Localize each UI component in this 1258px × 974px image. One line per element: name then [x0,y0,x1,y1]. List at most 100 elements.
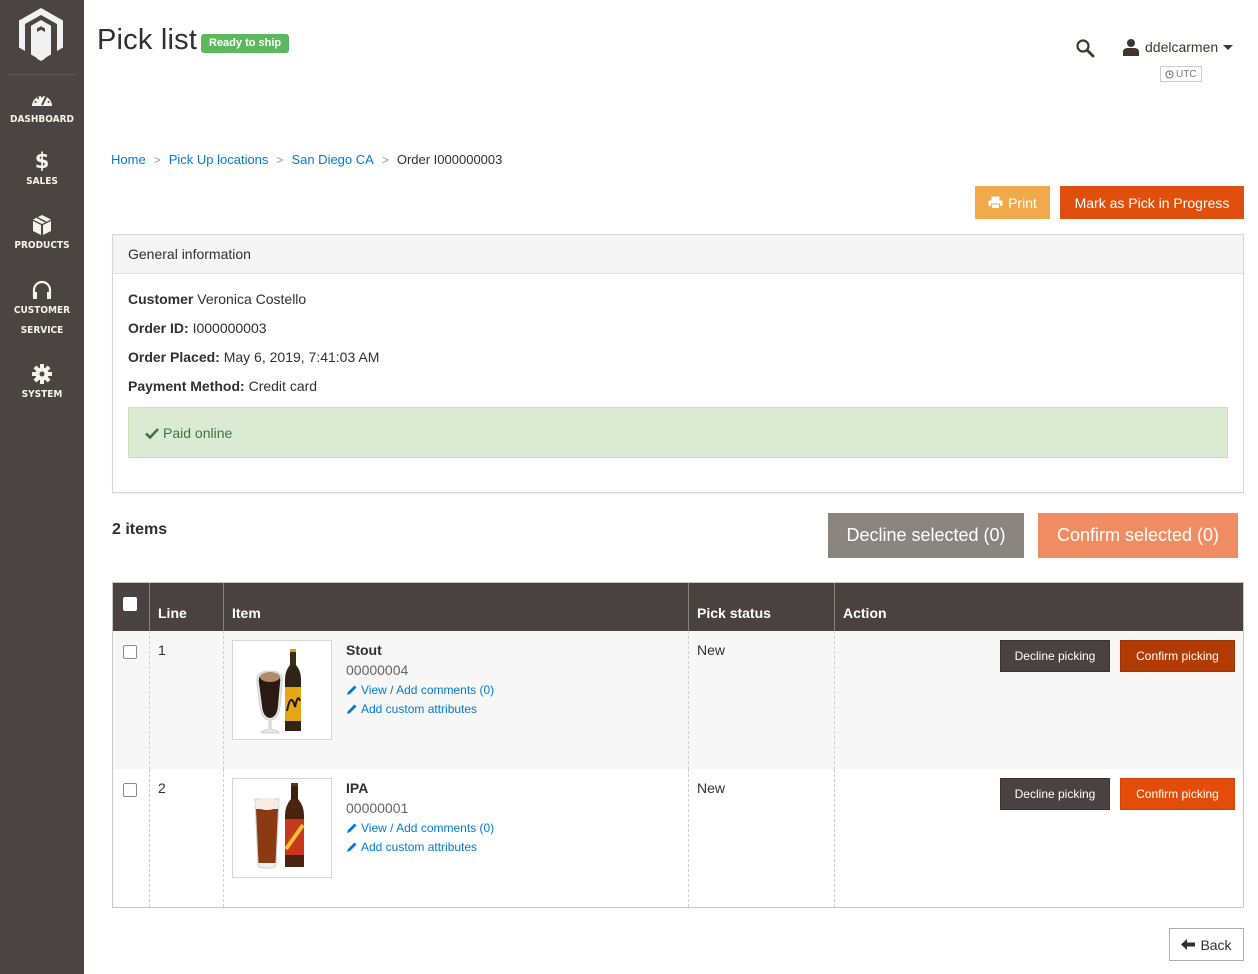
sidebar-item-label: DASHBOARD [9,114,75,125]
cell-select [113,631,150,769]
item-sku: 00000001 [346,800,409,816]
product-thumbnail[interactable] [232,778,332,878]
table-row: 2 IPA 00000001 View / Add comments (0) A… [113,769,1243,907]
sidebar-item-customer-service[interactable]: CUSTOMER SERVICE [0,279,84,341]
print-label: Print [1008,194,1037,211]
cell-pick-status: New [689,769,835,907]
order-placed-value: May 6, 2019, 7:41:03 AM [223,349,380,365]
column-item: Item [224,583,689,631]
magento-logo-icon [19,8,63,61]
select-all-checkbox[interactable] [123,597,137,611]
panel-title: General information [113,235,1243,274]
row-checkbox[interactable] [123,783,137,797]
order-placed-info: Order Placed: May 6, 2019, 7:41:03 AM [128,349,379,365]
order-id-label: Order ID: [128,320,189,336]
add-custom-attributes-link[interactable]: Add custom attributes [346,702,477,716]
pick-items-table: Line Item Pick status Action 1 Stout 000… [112,582,1244,908]
back-label: Back [1200,936,1232,953]
items-count: 2 items [112,521,168,538]
breadcrumb: Home > Pick Up locations > San Diego CA … [111,152,502,167]
search-icon[interactable] [1075,38,1095,58]
sidebar-item-label: CUSTOMER [13,305,71,316]
row-checkbox[interactable] [123,645,137,659]
confirm-selected-button[interactable]: Confirm selected (0) [1038,513,1238,558]
table-row: 1 Stout 00000004 View / Add comments (0)… [113,631,1243,769]
ipa-beer-image [254,783,305,869]
sidebar-item-sales[interactable]: $ SALES [0,150,84,192]
user-name: ddelcarmen [1145,39,1219,55]
general-information-panel: General information Customer Veronica Co… [112,234,1244,493]
pencil-icon [347,842,357,852]
breadcrumb-separator: > [153,152,161,167]
cell-pick-status: New [689,631,835,769]
column-select [113,583,150,631]
column-line: Line [150,583,224,631]
confirm-picking-button[interactable]: Confirm picking [1120,778,1235,810]
attributes-link-text: Add custom attributes [361,840,478,854]
magento-logo[interactable] [16,6,66,62]
breadcrumb-separator: > [381,152,389,167]
box-icon [33,215,51,235]
stout-beer-image [256,649,301,734]
timezone-badge: UTC [1160,66,1202,82]
dollar-icon: $ [34,149,50,173]
line-number: 1 [158,642,166,658]
decline-selected-button[interactable]: Decline selected (0) [828,513,1024,558]
order-id-value: I000000003 [192,320,267,336]
mark-pick-in-progress-button[interactable]: Mark as Pick in Progress [1060,186,1244,219]
breadcrumb-home[interactable]: Home [111,152,146,167]
user-icon [1123,39,1139,56]
customer-value: Veronica Costello [197,291,307,307]
table-header: Line Item Pick status Action [113,583,1243,631]
cell-line: 2 [150,769,224,907]
user-account-menu[interactable]: ddelcarmen [1122,38,1234,56]
item-sku: 00000004 [346,662,409,678]
cell-item: IPA 00000001 View / Add comments (0) Add… [224,769,689,907]
breadcrumb-current: Order I000000003 [396,152,503,167]
sidebar-item-label: SYSTEM [21,389,63,400]
decline-picking-button[interactable]: Decline picking [1000,778,1110,810]
comments-link-text: View / Add comments (0) [361,821,495,835]
comments-link-text: View / Add comments (0) [361,683,495,697]
cell-line: 1 [150,631,224,769]
view-add-comments-link[interactable]: View / Add comments (0) [346,821,494,835]
add-custom-attributes-link[interactable]: Add custom attributes [346,840,477,854]
breadcrumb-san-diego[interactable]: San Diego CA [291,152,373,167]
line-number: 2 [158,780,166,796]
sidebar-item-label: SALES [26,176,58,187]
sidebar-item-system[interactable]: SYSTEM [0,363,84,405]
pick-status: New [697,780,726,796]
pencil-icon [347,823,357,833]
pencil-icon [347,685,357,695]
chevron-down-icon [1223,44,1234,50]
order-placed-label: Order Placed: [128,349,220,365]
cell-item: Stout 00000004 View / Add comments (0) A… [224,631,689,769]
item-name: Stout [346,642,382,658]
view-add-comments-link[interactable]: View / Add comments (0) [346,683,494,697]
item-name: IPA [346,780,369,796]
breadcrumb-separator: > [276,152,284,167]
confirm-picking-button[interactable]: Confirm picking [1120,640,1235,672]
customer-label: Customer [128,291,194,307]
pick-status: New [697,642,726,658]
order-id-info: Order ID: I000000003 [128,320,267,336]
checkmark-icon [145,427,159,439]
dashboard-gauge-icon [32,95,52,106]
print-button[interactable]: Print [975,186,1050,219]
sidebar-item-dashboard[interactable]: DASHBOARD [0,88,84,130]
back-button[interactable]: Back [1169,928,1244,961]
column-action: Action [843,605,887,621]
gear-icon [32,364,52,384]
breadcrumb-pickup-locations[interactable]: Pick Up locations [169,152,269,167]
payment-method-info: Payment Method: Credit card [128,378,317,394]
pencil-icon [347,704,357,714]
payment-method-label: Payment Method: [128,378,245,394]
payment-method-value: Credit card [248,378,318,394]
clock-icon [1165,69,1174,79]
column-pick-status: Pick status [689,583,835,631]
printer-icon [988,196,1003,209]
product-thumbnail[interactable] [232,640,332,740]
headset-icon [32,280,52,299]
sidebar-item-products[interactable]: PRODUCTS [0,214,84,256]
decline-picking-button[interactable]: Decline picking [1000,640,1110,672]
